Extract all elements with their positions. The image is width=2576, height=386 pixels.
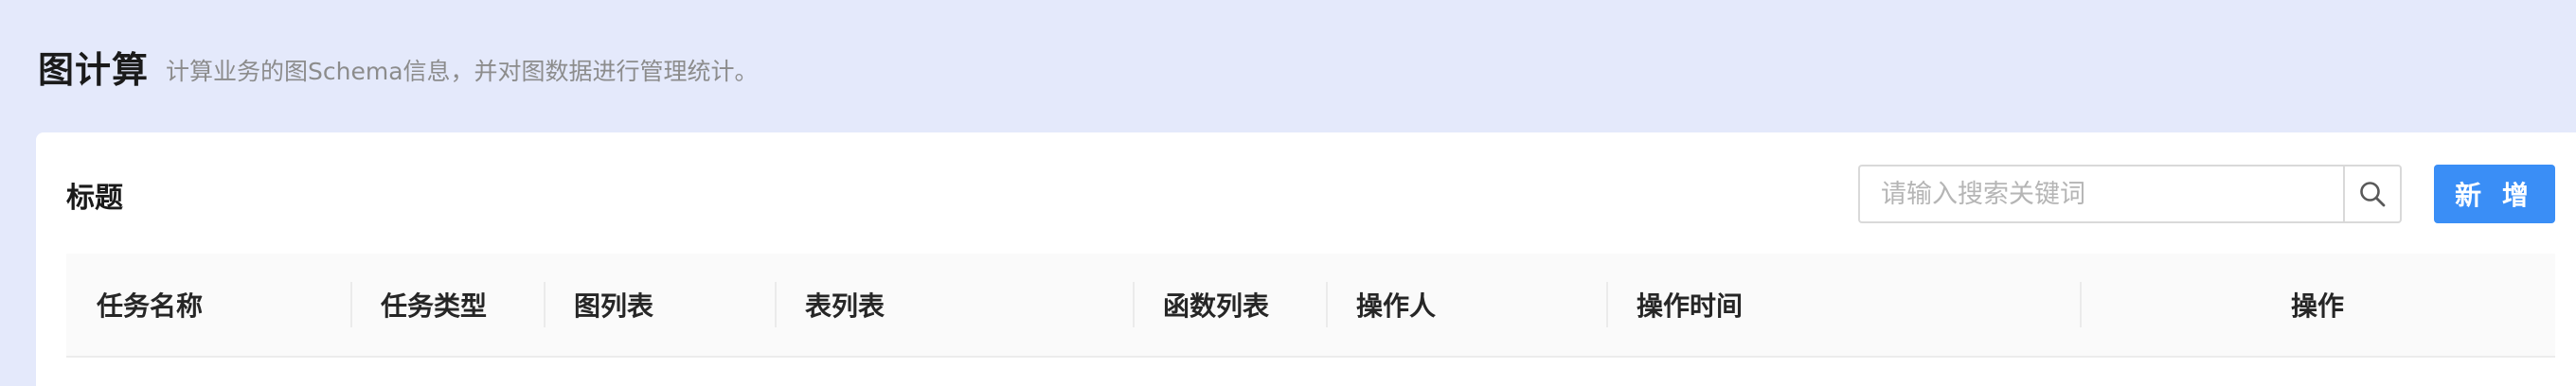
table-header: 任务名称 任务类型 图列表 表列表 函数列表 操作人 操作时间 操作 [66,254,2555,358]
page-title: 图计算 [38,48,150,91]
column-header-table-list[interactable]: 表列表 [775,254,1133,356]
page-subtitle: 计算业务的图Schema信息，并对图数据进行管理统计。 [166,58,759,85]
column-header-function-list[interactable]: 函数列表 [1133,254,1326,356]
column-header-operator[interactable]: 操作人 [1326,254,1606,356]
search-input[interactable] [1858,165,2343,223]
column-header-graph-list[interactable]: 图列表 [544,254,775,356]
column-header-task-name[interactable]: 任务名称 [66,254,350,356]
card-title: 标题 [66,182,123,215]
page-header: 图计算 计算业务的图Schema信息，并对图数据进行管理统计。 [38,0,759,132]
search-icon [2358,180,2387,208]
add-button[interactable]: 新 增 [2434,165,2555,223]
column-header-actions[interactable]: 操作 [2080,254,2555,356]
content-card: 标题 新 增 任务名称 任务类型 图列表 表列表 函数列表 操作人 操作时间 操… [36,132,2576,386]
search-group [1858,165,2402,223]
column-header-operation-time[interactable]: 操作时间 [1606,254,2080,356]
search-button[interactable] [2343,165,2402,223]
column-header-task-type[interactable]: 任务类型 [350,254,544,356]
